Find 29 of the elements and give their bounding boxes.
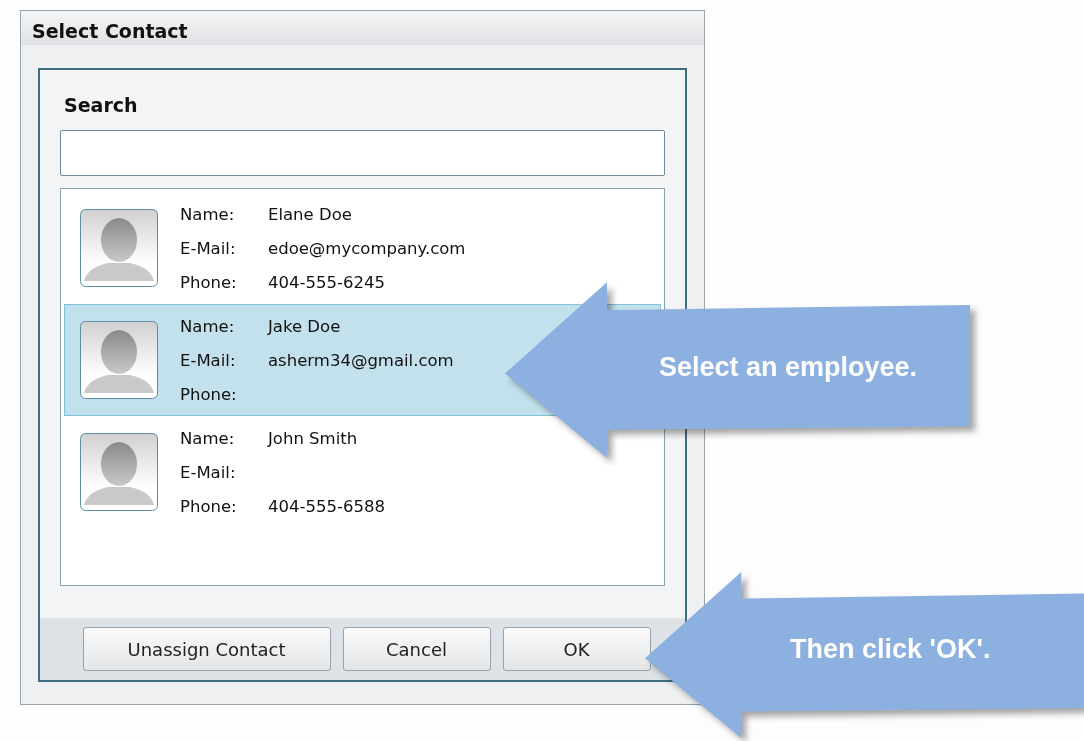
callout-text: Select an employee. [659, 352, 918, 383]
field-value: Elane Doe [268, 204, 352, 224]
avatar-silhouette-icon [80, 433, 158, 511]
dialog-button[interactable]: Cancel [342, 627, 491, 671]
avatar-silhouette-icon [80, 209, 158, 287]
field-label: Name: [180, 204, 236, 224]
window-title: Select Contact [21, 11, 704, 45]
field-value: 404-555-6245 [268, 272, 385, 292]
callout-text: Then click 'OK'. [790, 634, 991, 665]
field-label: Phone: [180, 384, 238, 404]
dialog-button[interactable]: OK [502, 627, 651, 671]
field-value: Jake Doe [268, 316, 341, 336]
contact-row[interactable]: Name: Elane Doe E-Mail: edoe@mycompany.com Phone: 404-555-6245 [64, 192, 661, 304]
avatar-silhouette-icon [80, 321, 158, 399]
field-value: asherm34@gmail.com [268, 350, 454, 370]
field-label: E-Mail: [180, 238, 237, 258]
field-label: Phone: [180, 272, 238, 292]
contact-row[interactable]: Name: John Smith E-Mail: Phone: 404-555-6588 [64, 416, 661, 528]
field-value: edoe@mycompany.com [268, 238, 466, 258]
field-label: Phone: [180, 496, 238, 516]
search-label: Search [64, 94, 139, 118]
dialog-button[interactable]: Unassign Contact [82, 627, 331, 671]
field-value: 404-555-6588 [268, 496, 385, 516]
field-label: Name: [180, 428, 236, 448]
field-label: E-Mail: [180, 462, 237, 482]
search-field[interactable] [60, 130, 665, 176]
field-label: E-Mail: [180, 350, 237, 370]
field-value: John Smith [268, 428, 358, 448]
field-label: Name: [180, 316, 236, 336]
